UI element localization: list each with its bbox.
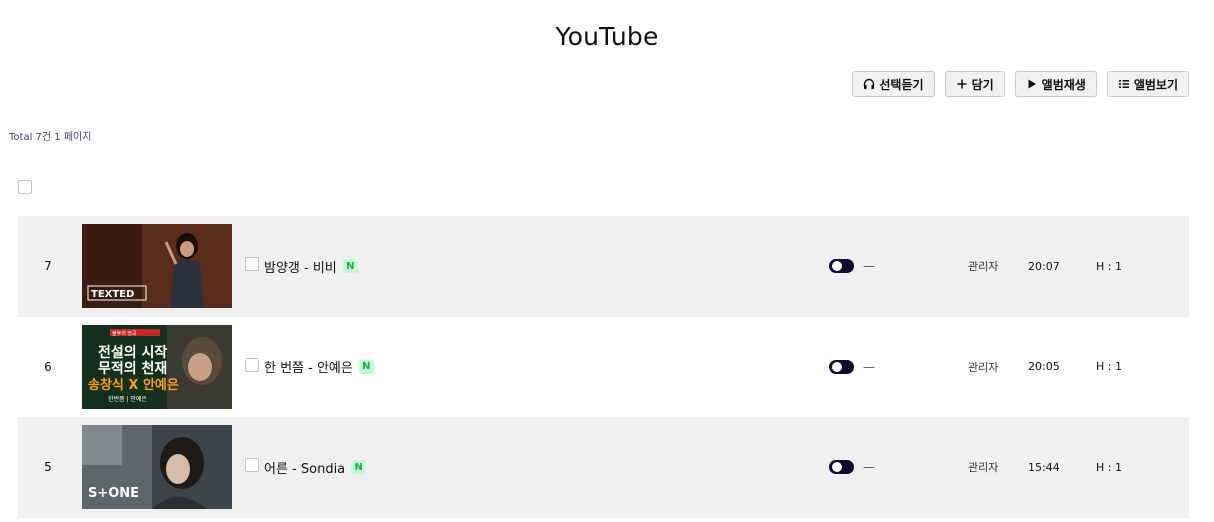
status-dash: — (863, 359, 875, 374)
row-number: 5 (44, 460, 52, 475)
new-badge: N (351, 460, 367, 475)
album-view-button[interactable]: 앨범보기 (1106, 71, 1189, 97)
table-row: 5 S+ONE 어른 - Sondia N — 관리자 15:44 H : 1 (18, 417, 1189, 518)
table-row: 6 불후의 명곡 전설의 시작 무적의 천재 송창식 X 안예은 한번쯤 | 안… (18, 317, 1189, 418)
album-view-label: 앨범보기 (1133, 77, 1178, 92)
play-icon (1026, 78, 1038, 90)
video-thumbnail[interactable]: TEXTED (82, 224, 232, 308)
track-list: 7 TEXTED 밤양갱 - 비비 N — 관리자 20:07 H : 1 6 (18, 216, 1189, 518)
author: 관리자 (968, 461, 999, 475)
add-button[interactable]: 담기 (944, 71, 1005, 97)
select-listen-label: 선택듣기 (879, 77, 924, 92)
video-thumbnail[interactable]: 불후의 명곡 전설의 시작 무적의 천재 송창식 X 안예은 한번쯤 | 안예은 (82, 324, 232, 409)
play-toggle[interactable] (829, 359, 854, 374)
timestamp: 20:05 (1028, 360, 1060, 374)
song-title: 한 번쯤 - 안예은 (264, 361, 353, 377)
thumbnail-caption: S+ONE (88, 486, 139, 501)
thumbnail-caption: TEXTED (91, 289, 134, 300)
song-title: 밤양갱 - 비비 (264, 260, 337, 276)
list-icon (1118, 78, 1130, 90)
table-row: 7 TEXTED 밤양갱 - 비비 N — 관리자 20:07 H : 1 (18, 216, 1189, 317)
new-badge: N (342, 259, 358, 274)
plus-icon (956, 78, 968, 90)
album-play-label: 앨범재생 (1041, 77, 1086, 92)
song-title: 어른 - Sondia (264, 461, 346, 477)
new-badge: N (358, 359, 374, 374)
album-play-button[interactable]: 앨범재생 (1014, 71, 1097, 97)
thumbnail-small: 한번쯤 | 안예은 (108, 395, 147, 403)
add-label: 담기 (971, 77, 994, 92)
hit-count: H : 1 (1096, 360, 1122, 374)
thumbnail-line1: 전설의 시작 (98, 344, 167, 361)
row-checkbox[interactable] (245, 357, 259, 372)
total-count: Total 7건 1 페이지 (9, 132, 92, 143)
timestamp: 20:07 (1028, 259, 1060, 273)
song-title-cell[interactable]: 한 번쯤 - 안예은 N (264, 317, 374, 418)
row-number: 7 (44, 259, 52, 274)
row-checkbox[interactable] (245, 257, 259, 271)
play-toggle[interactable] (829, 460, 854, 474)
song-title-cell[interactable]: 어른 - Sondia N (264, 417, 367, 518)
author: 관리자 (968, 260, 999, 274)
song-title-cell[interactable]: 밤양갱 - 비비 N (264, 216, 358, 317)
thumbnail-line3: 송창식 X 안예은 (88, 377, 179, 393)
status-dash: — (863, 259, 875, 274)
status-dash: — (863, 460, 875, 475)
select-listen-button[interactable]: 선택듣기 (852, 71, 935, 97)
hit-count: H : 1 (1096, 259, 1122, 273)
thumbnail-tag: 불후의 명곡 (112, 330, 137, 337)
timestamp: 15:44 (1028, 460, 1060, 474)
page-title: YouTube (555, 22, 659, 51)
row-checkbox[interactable] (245, 458, 259, 472)
select-all-checkbox[interactable] (18, 180, 32, 194)
row-number: 6 (44, 359, 52, 374)
play-toggle[interactable] (829, 259, 854, 273)
headphones-icon (863, 78, 875, 90)
video-thumbnail[interactable]: S+ONE (82, 425, 232, 509)
toolbar: 선택듣기 담기 앨범재생 앨범보기 (852, 71, 1189, 97)
author: 관리자 (968, 360, 999, 374)
hit-count: H : 1 (1096, 460, 1122, 474)
thumbnail-line2: 무적의 천재 (98, 360, 167, 377)
